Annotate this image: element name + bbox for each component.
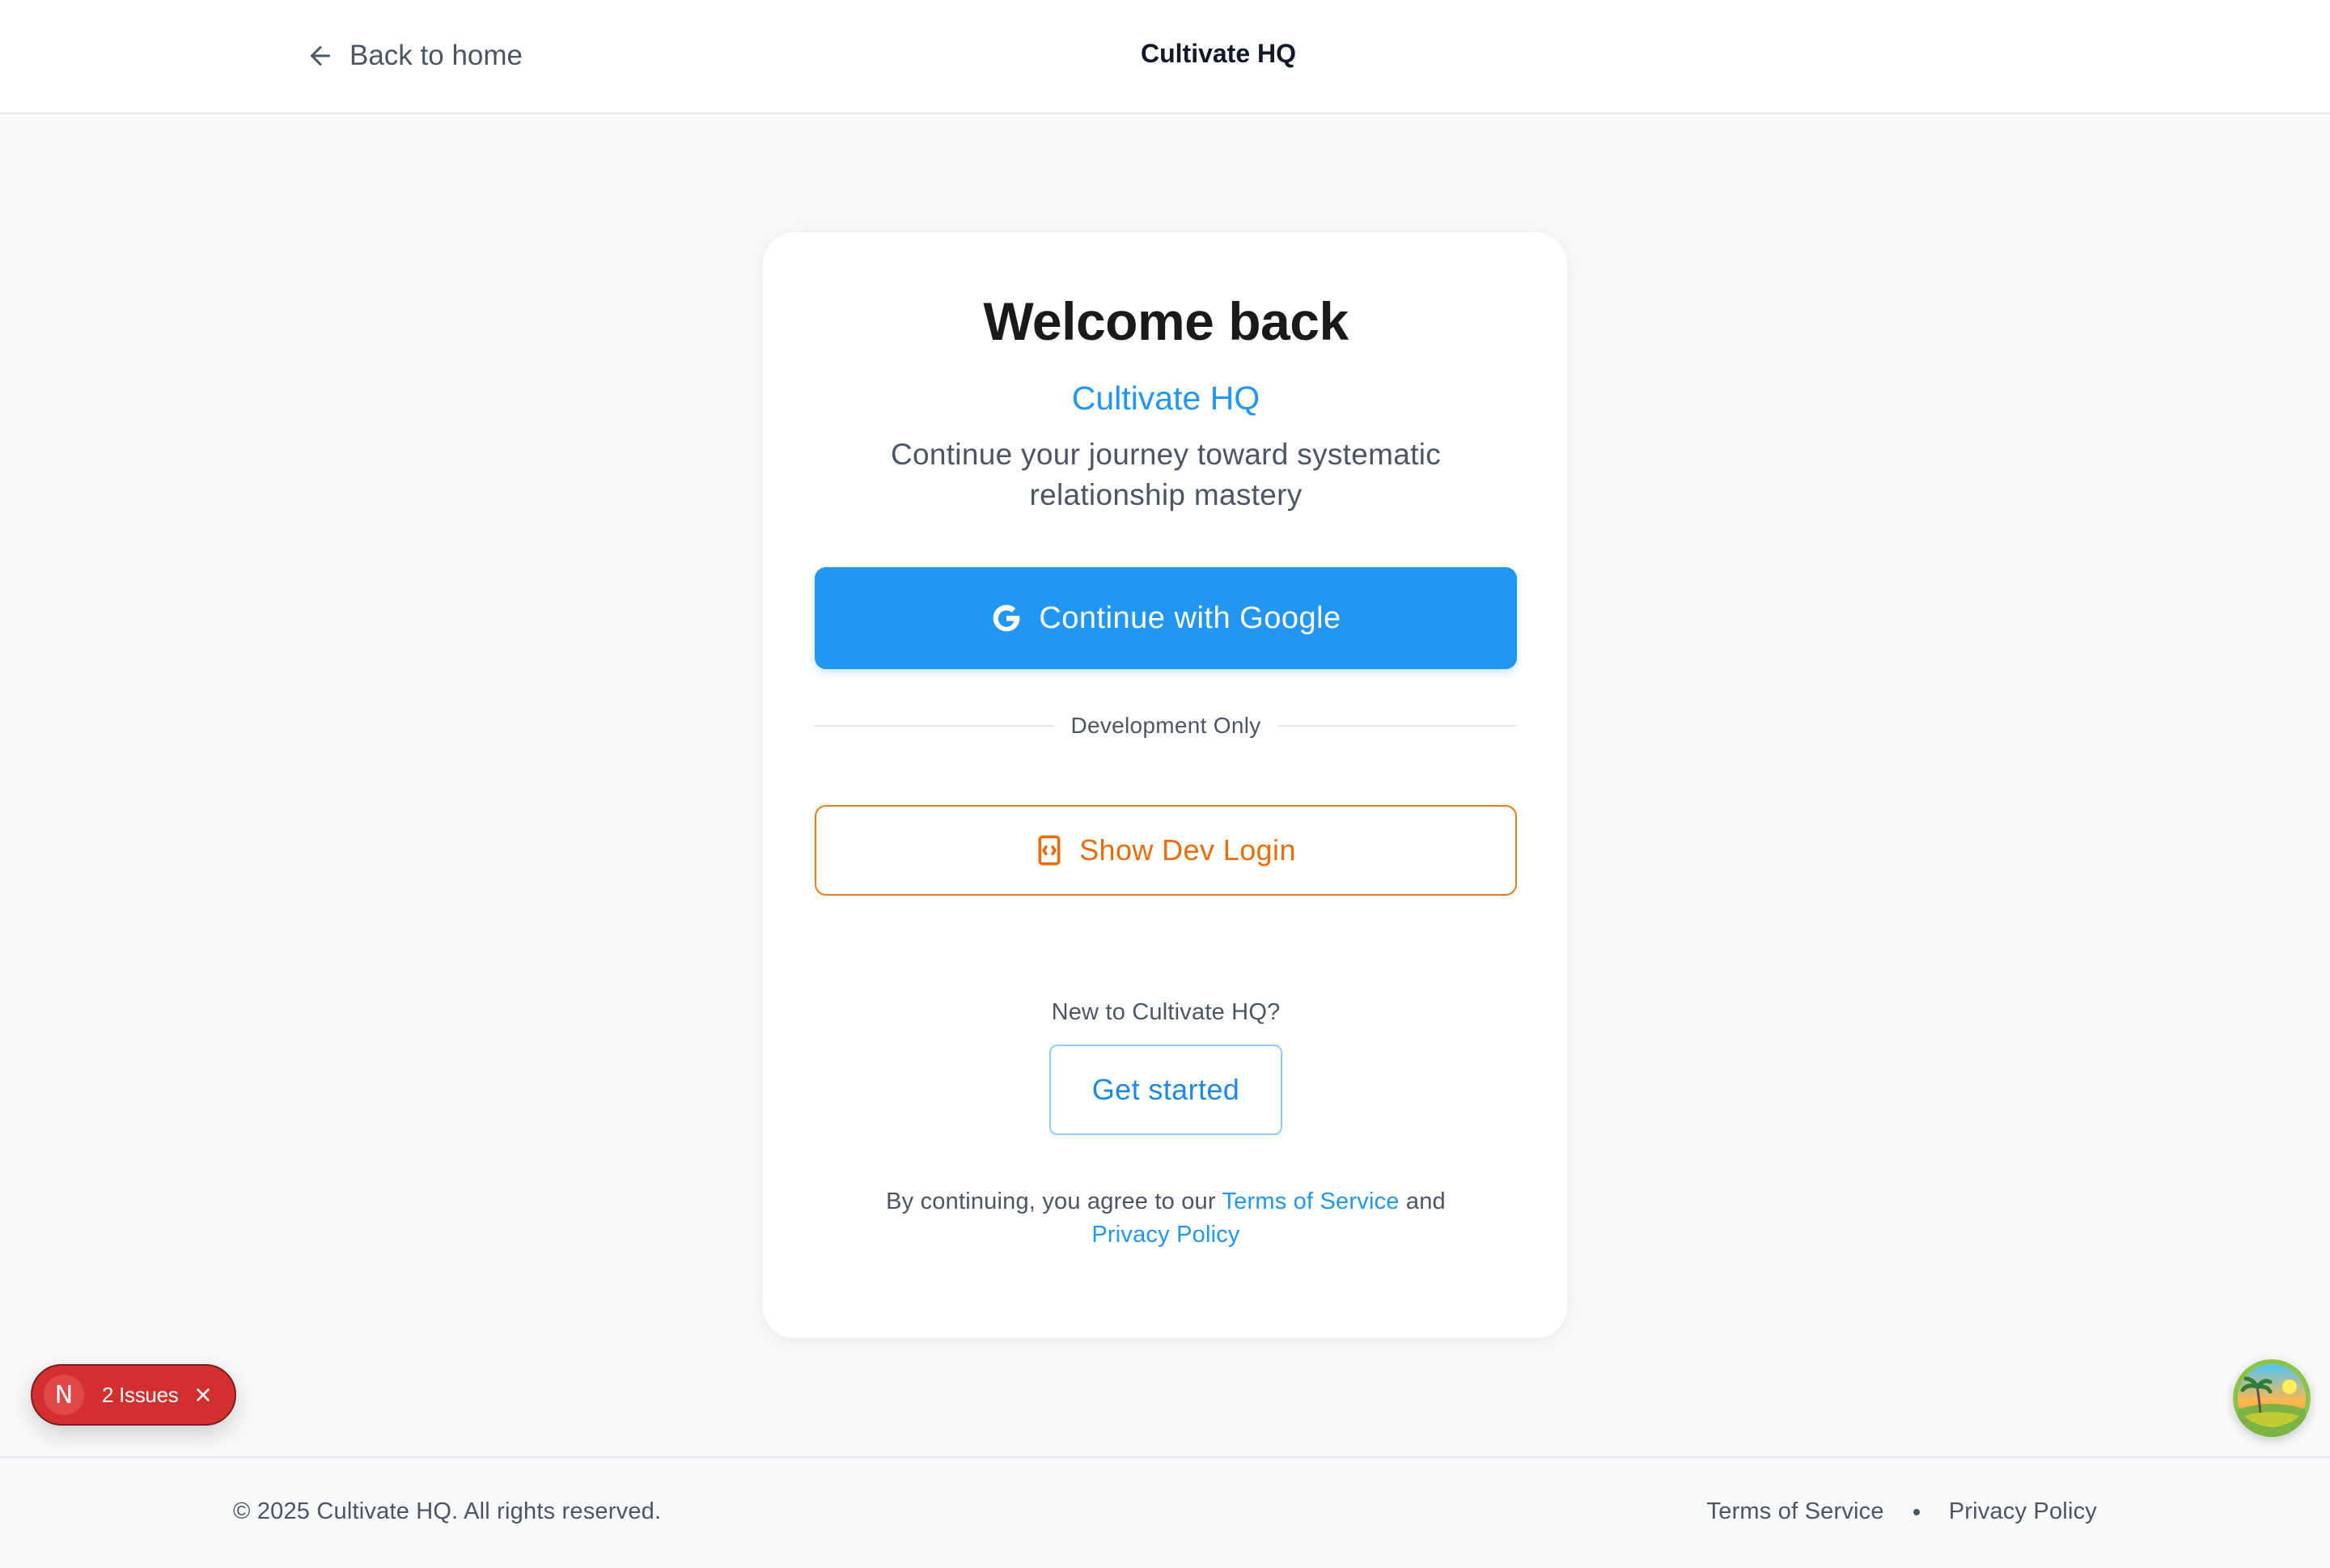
divider: Development Only <box>815 706 1518 746</box>
close-icon[interactable] <box>193 1384 214 1405</box>
user-avatar[interactable] <box>2233 1359 2311 1437</box>
legal-prefix: By continuing, you agree to our <box>886 1189 1216 1214</box>
google-g-icon <box>993 604 1020 632</box>
login-page: Back to home Cultivate HQ Welcome back C… <box>0 0 2330 1568</box>
continue-with-google-button[interactable]: Continue with Google <box>815 567 1517 669</box>
card-brand: Cultivate HQ <box>1071 379 1260 417</box>
footer-links: Terms of Service Privacy Policy <box>1707 1498 2097 1525</box>
terms-of-service-link[interactable]: Terms of Service <box>1222 1189 1399 1214</box>
footer-terms-link[interactable]: Terms of Service <box>1707 1498 1884 1525</box>
login-card: Welcome back Cultivate HQ Continue your … <box>762 231 1568 1339</box>
privacy-policy-link[interactable]: Privacy Policy <box>1091 1222 1239 1248</box>
top-header: Back to home Cultivate HQ <box>0 0 2330 114</box>
issues-indicator[interactable]: N 2 Issues <box>31 1364 236 1426</box>
footer-privacy-link[interactable]: Privacy Policy <box>1949 1498 2097 1525</box>
show-dev-login-label: Show Dev Login <box>1079 833 1296 867</box>
separator-dot <box>1913 1508 1920 1515</box>
island-avatar-icon <box>2233 1359 2311 1437</box>
header-brand: Cultivate HQ <box>1140 39 1297 68</box>
divider-line-left <box>815 725 1055 727</box>
arrow-left-icon <box>311 46 330 66</box>
copyright: © 2025 Cultivate HQ. All rights reserved… <box>233 1498 662 1524</box>
back-to-home-link[interactable]: Back to home <box>306 36 523 76</box>
code-device-icon <box>1038 835 1061 866</box>
show-dev-login-button[interactable]: Show Dev Login <box>815 805 1517 896</box>
legal-notice: By continuing, you agree to our Terms of… <box>844 1185 1488 1252</box>
nextjs-badge: N <box>44 1375 84 1415</box>
legal-and: and <box>1405 1189 1446 1214</box>
page-footer: © 2025 Cultivate HQ. All rights reserved… <box>0 1456 2330 1568</box>
page-title: Welcome back <box>983 291 1349 351</box>
continue-with-google-label: Continue with Google <box>1039 600 1341 635</box>
back-to-home-label: Back to home <box>350 40 523 71</box>
divider-line-right <box>1277 725 1518 727</box>
new-user-prompt: New to Cultivate HQ? <box>1051 999 1281 1025</box>
get-started-button[interactable]: Get started <box>1049 1045 1282 1135</box>
tagline: Continue your journey toward systematic … <box>890 438 1442 511</box>
divider-label: Development Only <box>1070 713 1261 738</box>
issues-count: 2 Issues <box>102 1382 179 1407</box>
